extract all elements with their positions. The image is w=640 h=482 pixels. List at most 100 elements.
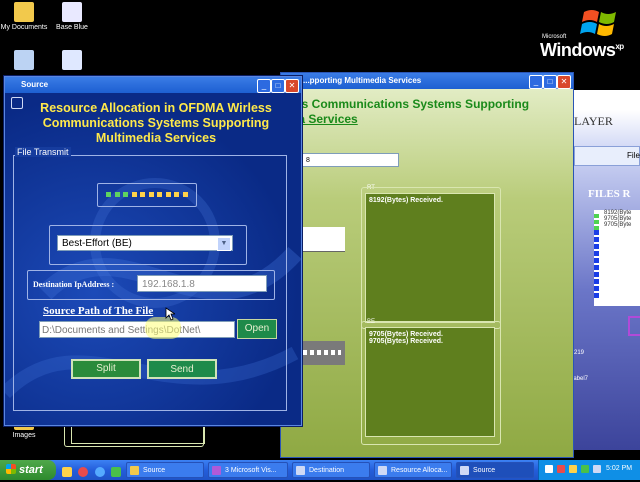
progress-dots <box>594 214 599 230</box>
taskbar-item-label: Source <box>143 467 166 474</box>
file-button[interactable]: File <box>574 146 640 166</box>
destination-field[interactable]: 8 <box>301 153 399 167</box>
close-button[interactable]: ✕ <box>285 79 299 93</box>
taskbar-item-source-active[interactable]: Source <box>456 462 534 478</box>
start-label: start <box>19 464 43 476</box>
indicator-segment <box>157 192 162 197</box>
minimize-button[interactable]: _ <box>257 79 271 93</box>
source-heading: Resource Allocation in OFDMA Wirless Com… <box>40 101 272 145</box>
desktop-icon-label: Base Blue <box>56 24 88 31</box>
computer-icon <box>14 50 34 70</box>
windows-wordmark: Windowsxp <box>540 40 624 61</box>
window-icon <box>378 466 387 475</box>
taskbar-item-source[interactable]: Source <box>126 462 204 478</box>
windows-flag-icon <box>580 10 616 36</box>
source-window[interactable]: Source _ □ ✕ Resource Allocation in OFDM… <box>4 76 302 426</box>
taskbar-clock: 5:02 PM <box>606 465 633 472</box>
desktop-icon-base-blue[interactable]: Base Blue <box>42 2 102 31</box>
taskbar-item-label: Resource Alloca... <box>391 467 448 474</box>
source-path-input[interactable]: D:\Documents and Settings\DotNet\ <box>39 321 235 338</box>
purple-frame <box>628 316 640 336</box>
file-button-label: File <box>627 151 640 160</box>
word-document-icon <box>62 50 82 70</box>
receiver-window[interactable]: LAYER File FILES R 8192(Byte 9705(Byte 9… <box>570 90 640 450</box>
window-icon <box>460 466 469 475</box>
send-button[interactable]: Send <box>147 359 217 379</box>
quick-launch <box>62 464 122 477</box>
minimize-button[interactable]: _ <box>529 75 543 89</box>
partial-indicator-dots <box>303 350 341 355</box>
start-button[interactable]: start <box>0 460 56 480</box>
visual-studio-icon <box>212 466 221 475</box>
indicator-segment <box>131 192 137 197</box>
quick-launch-icon[interactable] <box>62 467 72 477</box>
quick-launch-icon[interactable] <box>94 467 105 477</box>
be-frame <box>361 321 501 445</box>
indicator-segment <box>106 192 111 197</box>
cursor-highlight <box>145 317 181 339</box>
window-icon <box>296 466 305 475</box>
split-button[interactable]: Split <box>71 359 141 379</box>
tray-icon[interactable] <box>545 465 553 473</box>
taskbar-item-label: Source <box>473 467 496 474</box>
indicator-segment <box>165 192 171 197</box>
app-logo-icon <box>11 97 23 109</box>
indicator-segment <box>182 192 188 197</box>
indicator-segment <box>114 192 120 197</box>
indicator-segment <box>140 192 145 197</box>
tray-icon[interactable] <box>581 465 589 473</box>
maximize-button[interactable]: □ <box>271 79 285 93</box>
taskbar-item-resource-allocation[interactable]: Resource Alloca... <box>374 462 452 478</box>
received-files-list: 8192(Byte 9705(Byte 9705(Byte <box>594 210 640 306</box>
indicator-segment <box>148 192 154 197</box>
indicator-segment <box>123 192 128 197</box>
destination-ip-value: 192.168.1.8 <box>142 279 195 290</box>
service-type-select[interactable]: Best-Effort (BE) ▼ <box>57 235 233 251</box>
tray-icon[interactable] <box>593 465 601 473</box>
folder-icon <box>130 466 139 475</box>
desktop-icon-word-doc[interactable] <box>42 50 102 72</box>
document-icon <box>62 2 82 22</box>
transmit-indicator <box>97 183 197 207</box>
taskbar-item-destination[interactable]: Destination <box>292 462 370 478</box>
progress-column <box>594 230 599 300</box>
service-type-value: Best-Effort (BE) <box>62 238 132 249</box>
desktop-icon-label: My Documents <box>0 24 48 31</box>
quick-launch-icon[interactable] <box>78 467 89 477</box>
bottom-label: label7 <box>572 376 589 382</box>
xp-word: xp <box>615 42 624 51</box>
tray-icon[interactable] <box>557 465 565 473</box>
windows-xp-logo: Microsoft Windowsxp <box>540 6 636 62</box>
destination-ip-label: Destination IpAddress : <box>33 280 115 289</box>
maximize-button[interactable]: □ <box>543 75 557 89</box>
destination-ip-input[interactable]: 192.168.1.8 <box>137 275 267 292</box>
log-line: 9705(Byte <box>604 222 632 228</box>
send-button-label: Send <box>170 364 194 375</box>
destination-heading-line: ...ia Services <box>285 112 358 126</box>
layer-heading: LAYER <box>574 114 613 128</box>
open-button[interactable]: Open <box>237 319 277 339</box>
source-window-title: Source <box>21 80 49 89</box>
taskbar-item-label: 3 Microsoft Vis... <box>225 467 277 474</box>
quick-launch-icon[interactable] <box>111 467 122 477</box>
windows-word: Windows <box>540 40 616 60</box>
destination-heading-line: ...ss Communications Systems Supporting <box>285 97 530 111</box>
destination-window[interactable]: ...pporting Multimedia Services _ □ ✕ ..… <box>71 72 574 458</box>
split-button-label: Split <box>96 363 116 374</box>
bottom-label: 219 <box>574 350 585 356</box>
chevron-down-icon[interactable]: ▼ <box>217 237 231 251</box>
file-transmit-legend: File Transmit <box>15 147 71 157</box>
mouse-cursor-icon <box>165 307 175 321</box>
taskbar-item-visual-studio[interactable]: 3 Microsoft Vis... <box>208 462 288 478</box>
indicator-segment <box>174 192 179 197</box>
source-path-label: Source Path of The File <box>43 305 154 317</box>
taskbar-item-label: Destination <box>309 467 345 474</box>
destination-heading: ...ss Communications Systems Supporting … <box>285 97 529 127</box>
destination-window-title: ...pporting Multimedia Services <box>303 76 422 85</box>
rt-frame <box>361 187 501 329</box>
tray-icon[interactable] <box>569 465 577 473</box>
close-button[interactable]: ✕ <box>557 75 571 89</box>
destination-field-value: 8 <box>306 157 310 164</box>
desktop-icon-label: Images <box>12 432 36 439</box>
files-received-heading: FILES R <box>588 188 631 200</box>
